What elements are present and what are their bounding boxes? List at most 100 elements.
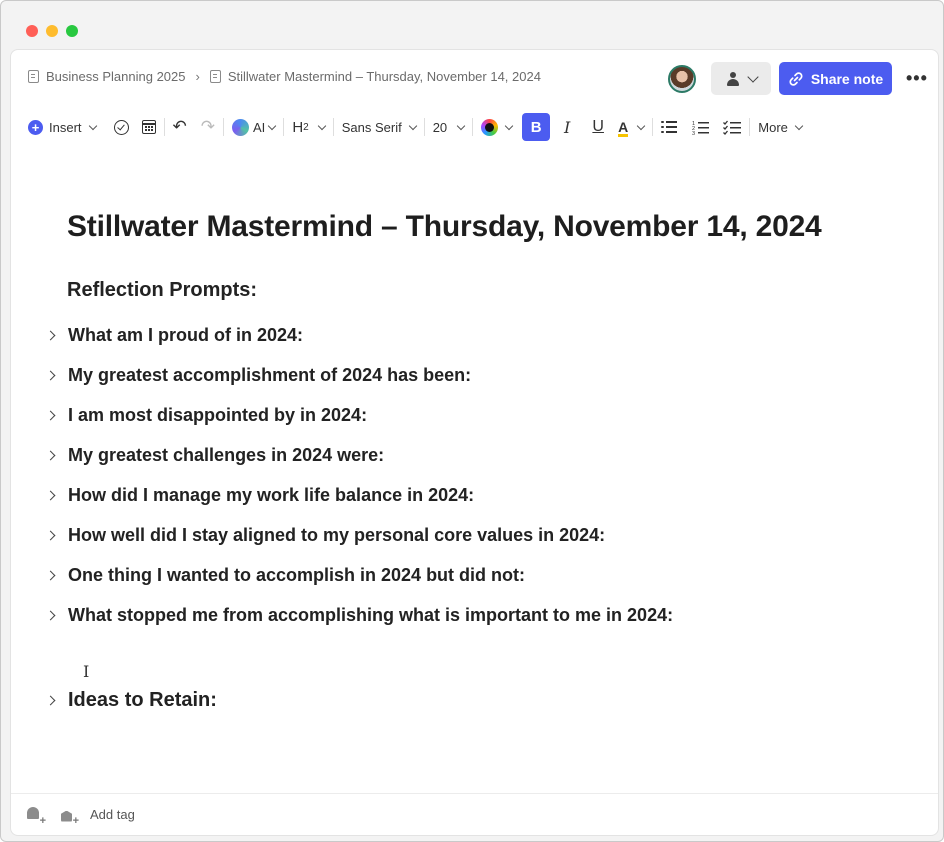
toggle-item[interactable]: I am most disappointed by in 2024: xyxy=(45,403,367,427)
chevron-down-icon xyxy=(317,121,326,130)
more-formatting-button[interactable]: More xyxy=(758,112,804,142)
add-tag-button[interactable]: Add tag xyxy=(90,807,135,822)
toggle-item-text[interactable]: Ideas to Retain: xyxy=(68,689,217,712)
chevron-right-icon[interactable] xyxy=(45,610,56,620)
chevron-down-icon xyxy=(456,121,466,130)
undo-icon: ↶ xyxy=(172,117,187,136)
chevron-down-icon xyxy=(268,121,277,130)
text-color-button[interactable] xyxy=(481,112,514,142)
toggle-item[interactable]: How did I manage my work life balance in… xyxy=(45,483,474,507)
add-reminder-icon[interactable] xyxy=(25,806,46,827)
chevron-right-icon[interactable] xyxy=(45,490,56,500)
checklist-icon xyxy=(723,120,742,135)
font-size-select[interactable]: 20 xyxy=(432,112,466,142)
breadcrumb: Business Planning 2025 › Stillwater Mast… xyxy=(28,69,541,84)
bullet-list-button[interactable] xyxy=(661,112,678,142)
chevron-right-icon[interactable] xyxy=(45,450,56,460)
toggle-item-text[interactable]: What stopped me from accomplishing what … xyxy=(68,605,673,626)
date-button[interactable] xyxy=(141,112,156,142)
note-footer: Add tag xyxy=(11,793,938,835)
checklist-button[interactable] xyxy=(723,112,742,142)
heading-style-select[interactable]: H2 xyxy=(292,112,326,142)
highlight-button[interactable]: A xyxy=(618,112,646,142)
toggle-item[interactable]: Ideas to Retain: xyxy=(45,688,217,712)
toggle-item-text[interactable]: One thing I wanted to accomplish in 2024… xyxy=(68,565,525,586)
share-note-label: Share note xyxy=(810,70,884,87)
font-size-value: 20 xyxy=(432,119,448,135)
avatar[interactable] xyxy=(668,65,696,93)
text-cursor-icon: I xyxy=(83,662,90,681)
person-icon xyxy=(726,71,740,86)
toolbar-divider xyxy=(472,118,474,136)
redo-icon: ↷ xyxy=(200,117,216,136)
toggle-item-text[interactable]: My greatest accomplishment of 2024 has b… xyxy=(68,365,471,386)
toggle-item[interactable]: What am I proud of in 2024: xyxy=(45,323,303,347)
task-button[interactable] xyxy=(113,112,129,142)
link-icon xyxy=(789,71,803,86)
chevron-right-icon[interactable] xyxy=(45,570,56,580)
chevron-right-icon[interactable] xyxy=(45,530,56,540)
toolbar-divider xyxy=(332,118,334,136)
insert-menu-button[interactable]: + Insert xyxy=(28,112,97,142)
ai-menu-button[interactable]: AI xyxy=(232,112,277,142)
breadcrumb-current[interactable]: Stillwater Mastermind – Thursday, Novemb… xyxy=(228,69,541,84)
redo-button[interactable]: ↷ xyxy=(201,112,215,142)
toggle-item-text[interactable]: I am most disappointed by in 2024: xyxy=(68,405,367,426)
toggle-item[interactable]: How well did I stay aligned to my person… xyxy=(45,523,605,547)
font-family-value: Sans Serif xyxy=(341,119,402,135)
toggle-item[interactable]: My greatest accomplishment of 2024 has b… xyxy=(45,363,471,387)
italic-button[interactable]: I xyxy=(553,113,581,141)
window-controls xyxy=(26,25,78,37)
heading-letter: H xyxy=(292,118,304,136)
page-title[interactable]: Stillwater Mastermind – Thursday, Novemb… xyxy=(67,210,822,244)
bullet-list-icon xyxy=(661,120,678,134)
chevron-right-icon[interactable] xyxy=(45,410,56,420)
note-panel: Business Planning 2025 › Stillwater Mast… xyxy=(10,49,939,836)
color-wheel-icon xyxy=(481,118,499,136)
toggle-item-text[interactable]: My greatest challenges in 2024 were: xyxy=(68,445,384,466)
toggle-item[interactable]: One thing I wanted to accomplish in 2024… xyxy=(45,563,525,587)
close-window-button[interactable] xyxy=(26,25,38,37)
chevron-down-icon xyxy=(88,121,97,130)
underline-button[interactable]: U xyxy=(584,113,612,141)
insert-label: Insert xyxy=(49,119,82,135)
toggle-item[interactable]: My greatest challenges in 2024 were: xyxy=(45,443,384,467)
collaborators-button[interactable] xyxy=(711,62,771,95)
section-heading[interactable]: Reflection Prompts: xyxy=(67,279,257,302)
toolbar-divider xyxy=(423,118,425,136)
breadcrumb-root[interactable]: Business Planning 2025 xyxy=(46,69,186,84)
chevron-down-icon xyxy=(637,121,646,130)
more-options-icon[interactable]: ••• xyxy=(906,68,928,89)
ai-sparkle-icon xyxy=(232,118,250,136)
highlighter-icon: A xyxy=(618,119,629,137)
add-tag-icon[interactable] xyxy=(59,807,79,827)
note-header: Business Planning 2025 › Stillwater Mast… xyxy=(11,50,938,108)
toolbar-divider xyxy=(283,118,285,136)
italic-icon: I xyxy=(564,117,571,137)
app-window: Business Planning 2025 › Stillwater Mast… xyxy=(0,0,944,842)
chevron-right-icon[interactable] xyxy=(45,330,56,340)
chevron-right-icon[interactable] xyxy=(45,370,56,380)
more-label: More xyxy=(758,119,788,135)
plus-icon: + xyxy=(28,119,43,135)
font-family-select[interactable]: Sans Serif xyxy=(341,112,417,142)
toolbar-divider xyxy=(223,118,225,136)
bold-icon: B xyxy=(522,113,551,141)
undo-button[interactable]: ↶ xyxy=(173,112,187,142)
numbered-list-icon: 123 xyxy=(692,121,710,135)
document-icon xyxy=(209,70,221,83)
chevron-down-icon xyxy=(794,121,804,130)
chevron-right-icon[interactable] xyxy=(45,695,56,705)
zoom-window-button[interactable] xyxy=(66,25,78,37)
share-note-button[interactable]: Share note xyxy=(779,62,892,95)
bold-button[interactable]: B xyxy=(522,112,551,142)
toggle-item-text[interactable]: What am I proud of in 2024: xyxy=(68,325,303,346)
toggle-item-text[interactable]: How did I manage my work life balance in… xyxy=(68,485,474,506)
toggle-item-text[interactable]: How well did I stay aligned to my person… xyxy=(68,525,605,546)
toggle-item[interactable]: What stopped me from accomplishing what … xyxy=(45,603,673,627)
minimize-window-button[interactable] xyxy=(46,25,58,37)
numbered-list-button[interactable]: 123 xyxy=(692,112,710,142)
chevron-down-icon xyxy=(746,70,759,83)
toolbar-divider xyxy=(749,118,751,136)
formatting-toolbar: + Insert ↶ ↷ AI H2 Sans Serif 20 B I U A… xyxy=(28,112,804,142)
